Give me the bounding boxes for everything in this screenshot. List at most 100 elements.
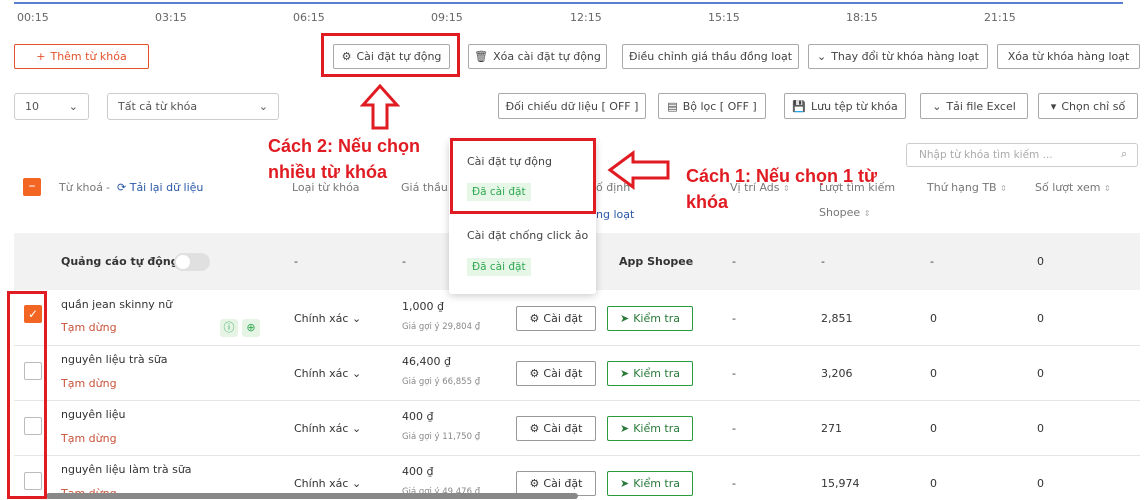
- ads-value: -: [732, 367, 736, 380]
- ads-value: -: [732, 312, 736, 325]
- chevron-down-icon: ⌄: [68, 100, 78, 113]
- highlight-auto-setup: [321, 33, 460, 77]
- row-setup-button[interactable]: ⚙ Cài đặt: [516, 416, 596, 441]
- bulk-bid-button[interactable]: Điều chỉnh giá thầu đồng loạt: [622, 44, 799, 69]
- page-size-select[interactable]: 10 ⌄: [14, 93, 89, 120]
- header-bulk[interactable]: ng loạt: [596, 208, 634, 221]
- reload-data-link[interactable]: ⟳ Tải lại dữ liệu: [117, 181, 203, 194]
- filter-button[interactable]: ▤ Bộ lọc [ OFF ]: [658, 93, 766, 119]
- reconcile-label: Đối chiếu dữ liệu [ OFF ]: [505, 99, 639, 113]
- send-icon: ➤: [619, 367, 630, 380]
- search-volume-value: 3,206: [821, 367, 853, 380]
- info-icon[interactable]: ⓘ: [220, 319, 238, 337]
- keyword-name: nguyên liệu: [61, 408, 126, 421]
- filter-label: Bộ lọc [ OFF ]: [682, 99, 757, 113]
- filter-icon: ▤: [667, 99, 678, 113]
- row-setup-label: Cài đặt: [543, 367, 583, 380]
- row-setup-label: Cài đặt: [543, 477, 583, 490]
- save-icon: 💾: [792, 99, 806, 113]
- chevron-down-icon: ⌄: [351, 367, 362, 380]
- keyword-type-select[interactable]: Chính xác ⌄: [294, 422, 361, 435]
- keyword-type-select[interactable]: Chính xác ⌄: [294, 367, 361, 380]
- header-ads-position: Vị trí Ads ⇕: [730, 181, 790, 194]
- choose-metric-label: Chọn chỉ số: [1061, 99, 1126, 113]
- views-value: 0: [1037, 312, 1044, 325]
- highlight-checkboxes: [7, 291, 47, 499]
- header-search-volume: Lượt tìm kiếm: [819, 181, 896, 194]
- keyword-name: nguyên liệu trà sữa: [61, 353, 168, 366]
- auto-ads-toggle[interactable]: [174, 253, 210, 271]
- keyword-filter-select[interactable]: Tất cả từ khóa ⌄: [107, 93, 279, 120]
- header-views-label: Số lượt xem: [1035, 181, 1101, 194]
- row-check-button[interactable]: ➤ Kiểm tra: [607, 306, 693, 331]
- select-all-checkbox[interactable]: –: [23, 178, 41, 196]
- row-setup-button[interactable]: ⚙ Cài đặt: [516, 361, 596, 386]
- search-volume-value: 15,974: [821, 477, 860, 490]
- bid-value: 400 ₫: [402, 465, 434, 478]
- popup-anti-status: Đã cài đặt: [467, 258, 531, 276]
- search-placeholder: Nhập từ khóa tìm kiếm ...: [919, 149, 1053, 161]
- sort-icon[interactable]: ⇕: [864, 209, 871, 218]
- header-separator: -: [106, 181, 110, 194]
- add-keyword-button[interactable]: + Thêm từ khóa: [14, 44, 149, 69]
- suggested-bid: Giá gợi ý 11,750 ₫: [402, 432, 481, 442]
- annotation-line: Cách 2: Nếu chọn: [268, 136, 421, 156]
- chevron-down-icon: ⌄: [351, 312, 362, 325]
- row-setup-button[interactable]: ⚙ Cài đặt: [516, 306, 596, 331]
- gear-icon: ⚙: [529, 367, 540, 380]
- row-check-button[interactable]: ➤ Kiểm tra: [607, 471, 693, 496]
- bid-value: 1,000 ₫: [402, 300, 444, 313]
- sort-icon[interactable]: ⇕: [1104, 184, 1111, 193]
- rank-value: 0: [930, 312, 937, 325]
- bulk-change-button[interactable]: ⌄ Thay đổi từ khóa hàng loạt: [808, 44, 988, 69]
- reconcile-button[interactable]: Đối chiếu dữ liệu [ OFF ]: [498, 93, 646, 119]
- reload-data-label: Tải lại dữ liệu: [129, 181, 204, 194]
- timeline-axis: 00:15 03:15 06:15 09:15 12:15 15:15 18:1…: [0, 0, 1147, 30]
- target-icon[interactable]: ⊕: [242, 319, 260, 337]
- remove-auto-label: Xóa cài đặt tự động: [493, 50, 601, 63]
- rank-value: 0: [930, 367, 937, 380]
- plus-icon: +: [36, 50, 46, 63]
- views-value: 0: [1037, 367, 1044, 380]
- timeline-tick: 06:15: [293, 11, 325, 24]
- keyword-name: quần jean skinny nữ: [61, 298, 173, 311]
- header-bid: Giá thầu: [401, 181, 448, 194]
- rank-value: 0: [930, 422, 937, 435]
- anti-status-badge: Đã cài đặt: [467, 258, 531, 276]
- annotation-method-2: Cách 2: Nếu chọn nhiều từ khóa: [268, 133, 420, 185]
- search-icon: ⌕: [1121, 148, 1127, 160]
- header-search-volume-2-label: Shopee: [819, 206, 861, 219]
- choose-metric-button[interactable]: ▾ Chọn chỉ số: [1038, 93, 1138, 119]
- row-check-label: Kiểm tra: [633, 477, 681, 490]
- timeline-tick: 09:15: [431, 11, 463, 24]
- keyword-search-input[interactable]: Nhập từ khóa tìm kiếm ... ⌕: [906, 143, 1138, 167]
- keyword-type-select[interactable]: Chính xác ⌄: [294, 312, 361, 325]
- sort-icon[interactable]: ⇕: [783, 184, 790, 193]
- arrow-left-icon: [607, 150, 670, 190]
- save-keywords-label: Lưu tệp từ khóa: [810, 99, 898, 113]
- popup-anti-click-title: Cài đặt chống click ảo: [467, 229, 589, 242]
- auto-ads-rank: -: [930, 255, 934, 268]
- keyword-type-select[interactable]: Chính xác ⌄: [294, 477, 361, 490]
- timeline-tick: 21:15: [984, 11, 1016, 24]
- suggested-bid: Giá gợi ý 29,804 ₫: [402, 322, 481, 332]
- horizontal-scrollbar[interactable]: [46, 493, 578, 499]
- download-excel-button[interactable]: ⌄ Tải file Excel: [920, 93, 1028, 119]
- remove-auto-button[interactable]: 🗑 Xóa cài đặt tự động: [468, 44, 607, 69]
- row-divider: [14, 400, 1140, 401]
- sort-icon[interactable]: ⇕: [1000, 184, 1007, 193]
- search-volume-value: 271: [821, 422, 842, 435]
- bulk-delete-button[interactable]: Xóa từ khóa hàng loạt: [997, 44, 1140, 69]
- chevron-down-icon: ⌄: [351, 422, 362, 435]
- send-icon: ➤: [619, 312, 630, 325]
- header-search-volume-2: Shopee ⇕: [819, 206, 870, 219]
- save-keywords-button[interactable]: 💾 Lưu tệp từ khóa: [784, 93, 906, 119]
- keyword-type-value: Chính xác: [294, 477, 349, 490]
- row-check-button[interactable]: ➤ Kiểm tra: [607, 416, 693, 441]
- row-check-button[interactable]: ➤ Kiểm tra: [607, 361, 693, 386]
- gear-icon: ⚙: [529, 477, 540, 490]
- timeline-tick: 18:15: [846, 11, 878, 24]
- header-ads-position-label: Vị trí Ads: [730, 181, 780, 194]
- row-check-label: Kiểm tra: [633, 312, 681, 325]
- keyword-status: Tạm dừng: [61, 321, 117, 334]
